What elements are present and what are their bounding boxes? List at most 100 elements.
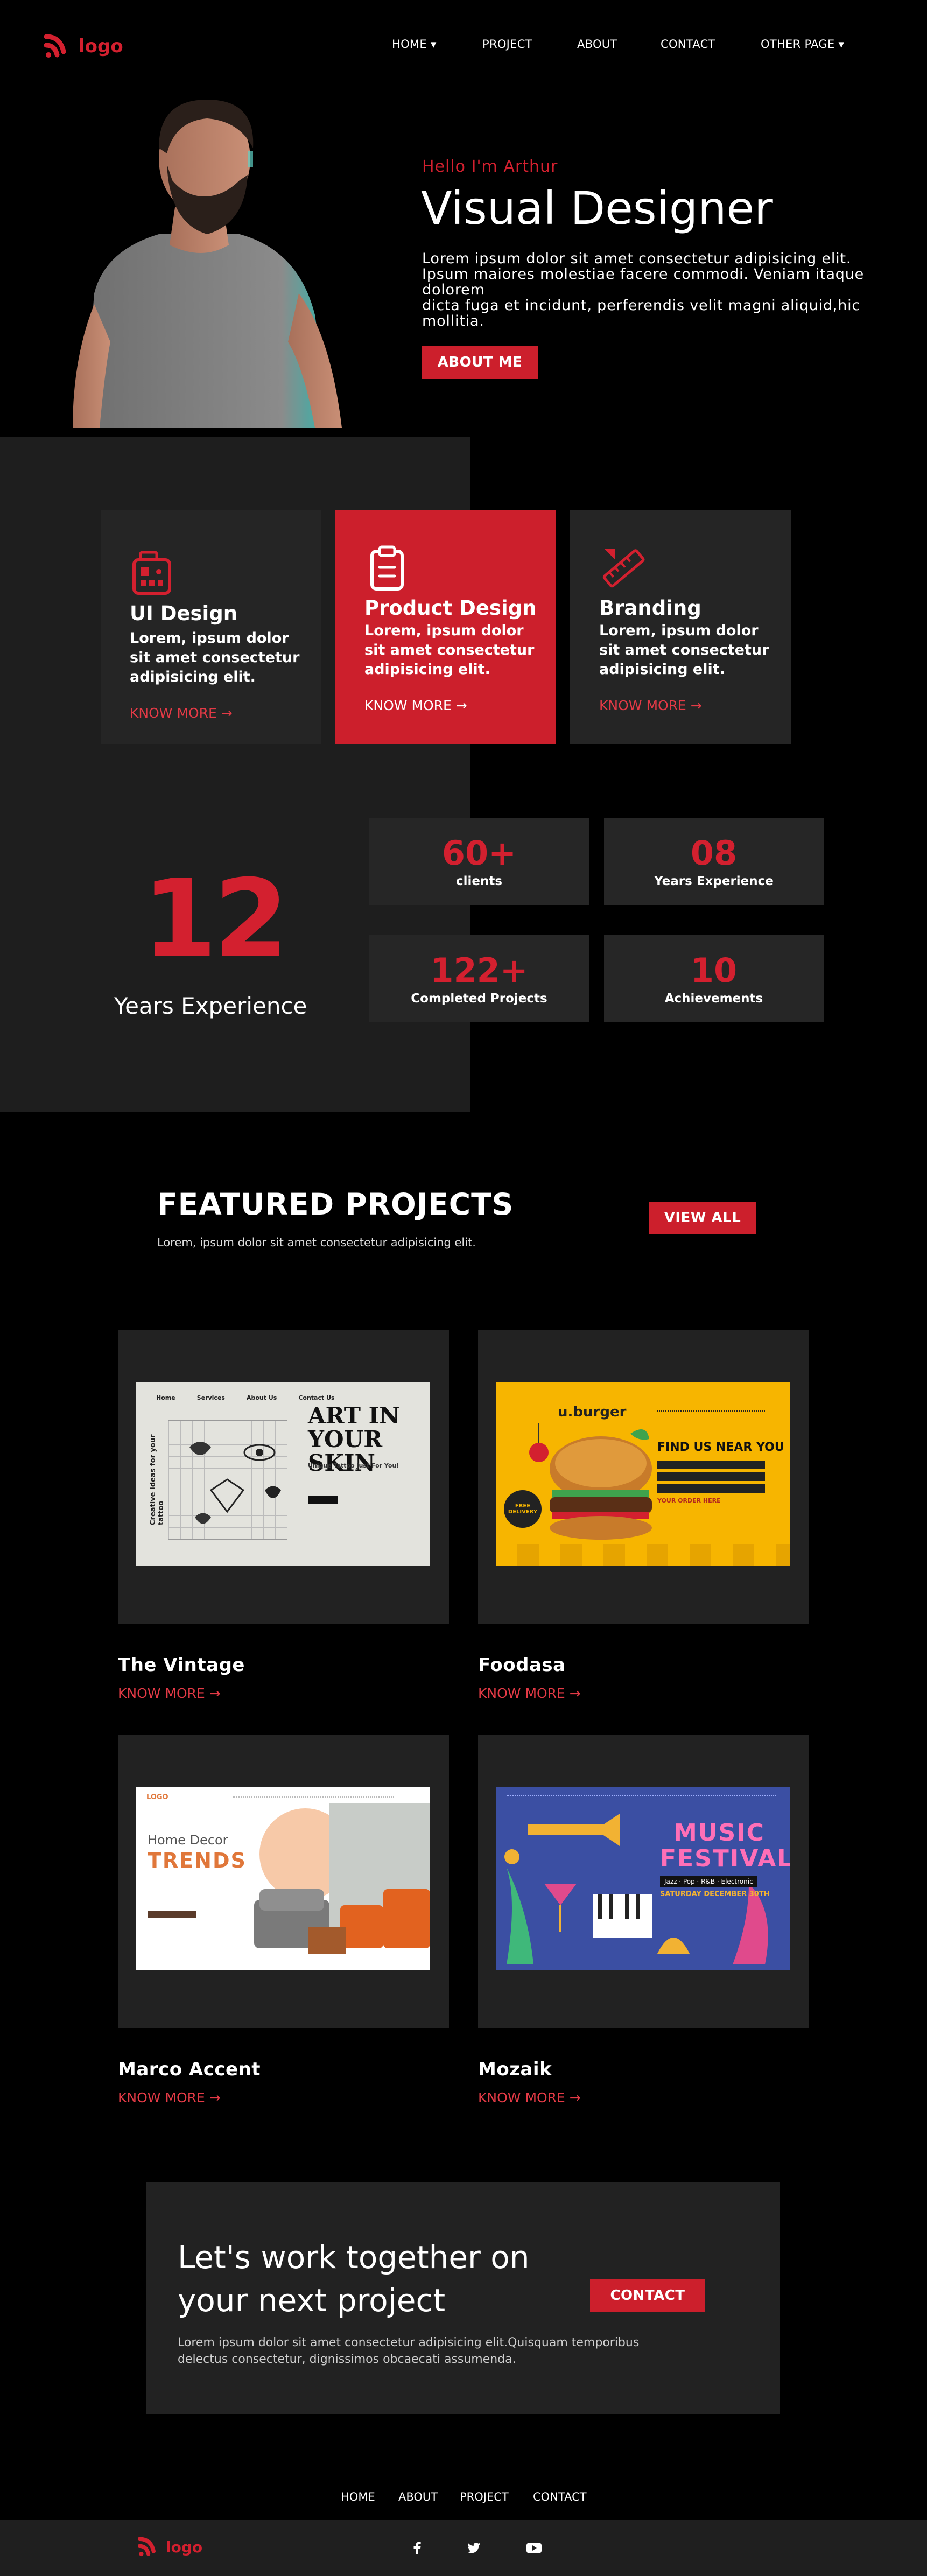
logo-text: logo [79,36,123,57]
thumb-nav-item: Contact Us [298,1394,335,1401]
service-title: Product Design [364,596,537,620]
nav-contact[interactable]: CONTACT [661,38,715,51]
stat-label: clients [455,874,503,888]
cta-title-line: your next project [178,2282,446,2319]
thumb-order-text: YOUR ORDER HERE [657,1497,721,1504]
stat-value: 10 [690,951,738,990]
project-know-more-link[interactable]: KNOW MORE → [478,2090,581,2105]
featured-subheading: Lorem, ipsum dolor sit amet consectetur … [157,1236,476,1249]
cta-desc-line: Lorem ipsum dolor sit amet consectetur a… [178,2336,640,2349]
contact-button[interactable]: CONTACT [590,2279,705,2312]
thumb-button [148,1911,196,1918]
footer-logo[interactable]: logo [138,2536,202,2558]
project-thumbnail: MUSIC FESTIVAL Jazz · Pop · R&B · Electr… [496,1787,790,1970]
project-card-foodasa[interactable]: u.burger FREE DELIVERY FIND US NEAR YOU … [478,1330,809,1624]
project-know-more-link[interactable]: KNOW MORE → [478,1686,581,1701]
hero-description: Lorem ipsum dolor sit amet consectetur a… [422,251,927,329]
project-know-more-link[interactable]: KNOW MORE → [118,1686,221,1701]
thumb-line1: Home Decor [148,1833,228,1848]
thumb-nav [657,1410,765,1414]
project-card-vintage[interactable]: Home Services About Us Contact Us Creati… [118,1330,449,1624]
thumb-form-field [657,1484,765,1493]
footer-link-home[interactable]: HOME [341,2490,375,2503]
project-title: Marco Accent [118,2059,261,2080]
stat-label: Achievements [664,992,763,1006]
featured-heading: FEATURED PROJECTS [157,1187,514,1222]
nav-about[interactable]: ABOUT [577,38,617,51]
project-title: Foodasa [478,1654,566,1676]
footer-link-contact[interactable]: CONTACT [533,2490,587,2503]
project-card-mozaik[interactable]: MUSIC FESTIVAL Jazz · Pop · R&B · Electr… [478,1735,809,2028]
thumb-nav-item: Home [156,1394,175,1401]
thumb-form-field [657,1472,765,1481]
thumb-nav-item: About Us [246,1394,277,1401]
cta-title-line: Let's work together on [178,2239,530,2276]
thumb-date: SATURDAY DECEMBER 30TH [660,1890,770,1898]
thumb-brand: u.burger [558,1404,627,1420]
stat-clients: 60+ clients [369,818,589,905]
stat-value: 122+ [430,951,528,990]
stat-label: Completed Projects [411,992,547,1006]
stat-years: 08 Years Experience [604,818,824,905]
project-thumbnail: LOGO Home Decor TRENDS [136,1787,430,1970]
facebook-icon[interactable] [413,2542,421,2554]
youtube-icon[interactable] [526,2543,542,2553]
nav-home[interactable]: HOME ▾ [392,38,437,51]
service-card-branding[interactable]: Branding Lorem, ipsum dolor sit amet con… [570,510,791,744]
footer-link-project[interactable]: PROJECT [460,2490,509,2503]
burger-illustration [529,1423,652,1540]
hero-greeting: Hello I'm Arthur [422,157,558,176]
hero-portrait [62,89,353,428]
thumb-side-text: Creative Ideas for your tattoo [149,1434,165,1525]
thumb-tags: Jazz · Pop · R&B · Electronic [660,1876,757,1887]
footer-link-about[interactable]: ABOUT [398,2490,438,2503]
service-card-ui-design[interactable]: UI Design Lorem, ipsum dolor sit amet co… [101,510,321,744]
service-description: Lorem, ipsum dolor sit amet consectetur … [364,622,535,678]
thumb-line1: MUSIC [673,1819,765,1847]
nav-project[interactable]: PROJECT [482,38,532,51]
hero-desc-line: Lorem ipsum dolor sit amet consectetur a… [422,250,852,267]
project-title: The Vintage [118,1654,245,1676]
project-know-more-link[interactable]: KNOW MORE → [118,2090,221,2105]
know-more-link[interactable]: KNOW MORE → [130,705,233,721]
cta-desc-line: delectus consectetur, dignissimos obcaec… [178,2353,516,2366]
thumb-tagline: Unique Tattoo Just For You! [308,1462,399,1469]
thumb-nav [507,1795,776,1798]
hero-title: Visual Designer [421,182,773,235]
experience-big-label: Years Experience [114,993,307,1019]
stat-projects: 122+ Completed Projects [369,935,589,1022]
hero-desc-line: dicta fuga et incidunt, perferendis veli… [422,297,861,329]
hero-desc-line: Ipsum maiores molestiae facere commodi. … [422,266,865,283]
thumb-footer-row [496,1544,790,1566]
project-card-marco-accent[interactable]: LOGO Home Decor TRENDS [118,1735,449,2028]
know-more-link[interactable]: KNOW MORE → [364,698,467,713]
thumb-brand: LOGO [146,1793,168,1801]
about-me-button[interactable]: ABOUT ME [422,346,538,379]
thumb-form-field [657,1461,765,1469]
nav-other-page[interactable]: OTHER PAGE ▾ [761,38,844,51]
thumb-button [308,1496,338,1504]
ruler-pencil-icon [602,549,645,588]
cta-section: Let's work together on your next project… [146,2182,780,2414]
project-thumbnail: u.burger FREE DELIVERY FIND US NEAR YOU … [496,1382,790,1566]
logo[interactable]: logo [44,33,123,59]
service-card-product-design[interactable]: Product Design Lorem, ipsum dolor sit am… [335,510,556,744]
logo-text: logo [166,2538,203,2556]
logo-mark-icon [138,2537,156,2557]
twitter-icon[interactable] [467,2543,480,2553]
stat-label: Years Experience [654,874,774,888]
know-more-link[interactable]: KNOW MORE → [599,698,702,713]
view-all-button[interactable]: VIEW ALL [649,1202,756,1234]
service-title: Branding [599,596,701,620]
thumb-line2: FESTIVAL [660,1845,790,1872]
experience-big-number: 12 [142,857,289,982]
ui-design-icon [132,551,171,595]
project-title: Mozaik [478,2059,552,2080]
thumb-line2: TRENDS [148,1849,247,1872]
footer-bar: logo [0,2520,927,2576]
thumb-nav [233,1796,394,1799]
clipboard-icon [370,545,404,591]
project-thumbnail: Home Services About Us Contact Us Creati… [136,1382,430,1566]
service-description: Lorem, ipsum dolor sit amet consectetur … [130,630,300,685]
stat-value: 60+ [441,833,517,873]
